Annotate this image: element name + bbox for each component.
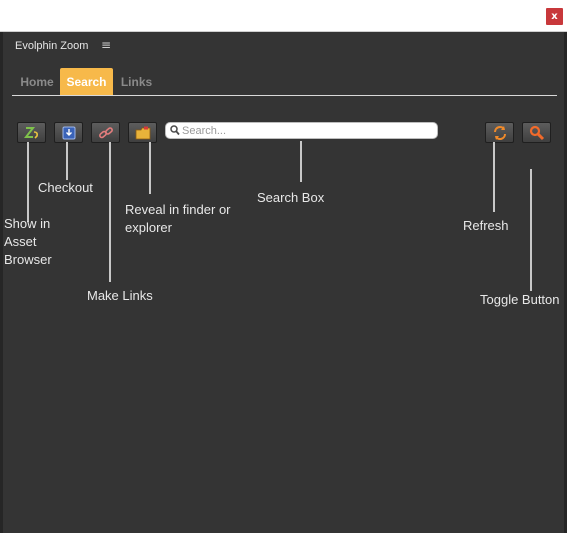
folder-icon (135, 126, 150, 139)
tab-search[interactable]: Search (60, 68, 113, 96)
tab-links[interactable]: Links (114, 68, 159, 96)
callout-line-asset-browser (27, 142, 29, 222)
panel-title: Evolphin Zoom (15, 40, 89, 52)
search-input[interactable] (182, 123, 430, 138)
callout-line-refresh (493, 142, 495, 212)
window-titlebar: x (0, 0, 567, 32)
refresh-button[interactable] (485, 122, 514, 143)
menu-icon[interactable]: ≡ (101, 38, 111, 52)
callout-reveal-in-finder: Reveal in finder or explorer (125, 202, 231, 235)
callout-make-links: Make Links (87, 288, 153, 303)
make-links-button[interactable] (91, 122, 120, 143)
tab-divider (12, 95, 557, 96)
zoom-panel: Evolphin Zoom ≡ Home Search Links Search… (3, 32, 564, 533)
callout-line-search-box (300, 141, 302, 182)
show-in-asset-browser-button[interactable] (17, 122, 46, 143)
reveal-in-finder-button[interactable] (128, 122, 157, 143)
callout-refresh: Refresh (463, 218, 509, 233)
callout-toggle-button: Toggle Button (480, 292, 560, 307)
callout-line-make-links (109, 142, 111, 282)
toggle-button[interactable] (522, 122, 551, 143)
callout-show-in-asset-browser: Show in Asset Browser (4, 216, 52, 267)
refresh-icon (493, 125, 506, 140)
search-icon (170, 125, 180, 136)
callout-line-toggle (530, 169, 532, 291)
checkout-button[interactable] (54, 122, 83, 143)
callout-line-checkout (66, 142, 68, 180)
close-button[interactable]: x (546, 8, 563, 25)
asset-browser-icon (23, 126, 38, 139)
tab-home[interactable]: Home (13, 68, 61, 96)
search-box[interactable] (165, 122, 438, 139)
callout-checkout: Checkout (38, 180, 93, 195)
callout-line-reveal (149, 142, 151, 194)
callout-search-box: Search Box (257, 190, 325, 205)
checkout-icon (62, 126, 75, 139)
search-icon (529, 125, 544, 140)
link-icon (98, 126, 113, 138)
